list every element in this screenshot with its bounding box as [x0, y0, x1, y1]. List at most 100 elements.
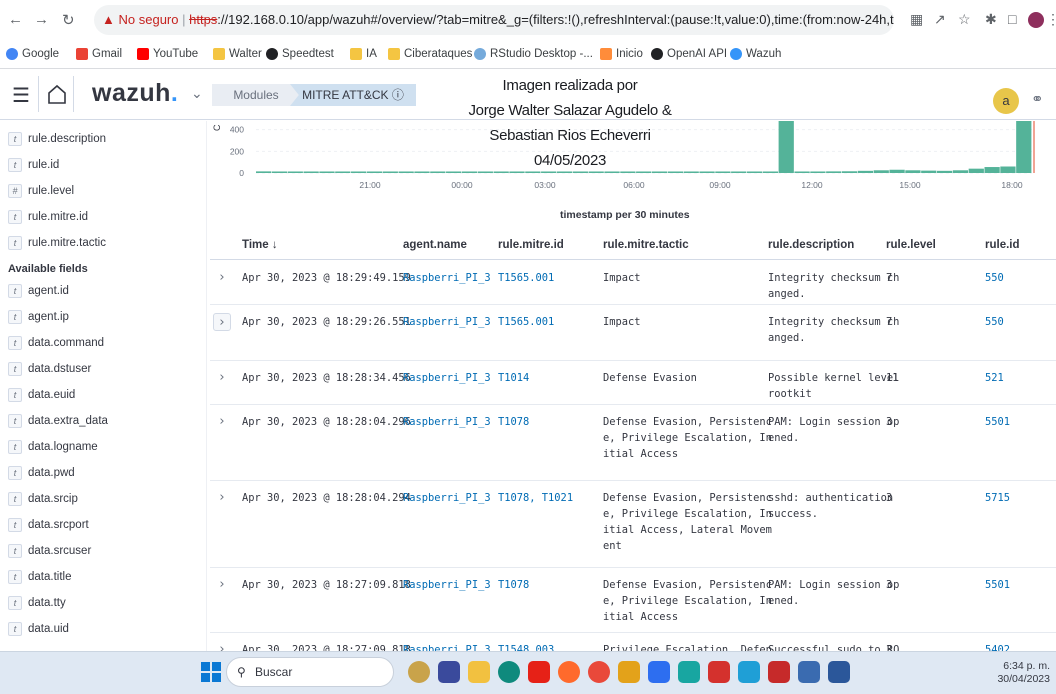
cell-mitre-id[interactable]: T1565.001: [498, 270, 554, 286]
table-row[interactable]: › Apr 30, 2023 @ 18:29:26.551 Raspberri_PI…: [210, 305, 1056, 361]
cell-rule-id[interactable]: 550: [985, 314, 1004, 330]
bookmark-google[interactable]: Google: [6, 48, 59, 60]
table-row[interactable]: › Apr 30, 2023 @ 18:28:04.294 Raspberri_PI…: [210, 481, 1056, 568]
bookmark-openai[interactable]: OpenAI API: [651, 48, 727, 60]
expand-row-icon[interactable]: ›: [213, 369, 231, 387]
word-icon[interactable]: [828, 661, 850, 683]
bookmark-walter[interactable]: Walter: [213, 48, 262, 60]
extensions-icon[interactable]: ✱: [985, 11, 997, 28]
field-item[interactable]: t data.title: [8, 567, 71, 587]
system-clock[interactable]: 6:34 p. m. 30/04/2023: [990, 660, 1050, 686]
column-mitre-tactic[interactable]: rule.mitre.tactic: [603, 239, 689, 251]
breadcrumb-modules[interactable]: Modules: [212, 84, 300, 106]
cell-agent-name[interactable]: Raspberri_PI_3: [403, 414, 491, 430]
cell-agent-name[interactable]: Raspberri_PI_3: [403, 370, 491, 386]
breadcrumb-mitre[interactable]: MITRE ATT&CK ⓘ: [290, 84, 416, 106]
field-item[interactable]: t agent.id: [8, 281, 69, 301]
field-item[interactable]: t data.uid: [8, 619, 69, 639]
translate-icon[interactable]: ▦: [910, 11, 923, 28]
bookmark-rstudio[interactable]: RStudio Desktop -...: [474, 48, 593, 60]
bookmark-speedtest[interactable]: Speedtest: [266, 48, 334, 60]
bookmark-gmail[interactable]: Gmail: [76, 48, 122, 60]
file-explorer-icon[interactable]: [468, 661, 490, 683]
cell-mitre-id[interactable]: T1078: [498, 414, 529, 430]
menu-icon[interactable]: ⋮: [1046, 11, 1056, 28]
cell-rule-id[interactable]: 521: [985, 370, 1004, 386]
field-item[interactable]: t rule.id: [8, 155, 59, 175]
field-item[interactable]: t data.srcuser: [8, 541, 91, 561]
taskbar-search[interactable]: ⚲ Buscar: [226, 657, 394, 687]
menu-icon[interactable]: ☰: [12, 83, 30, 108]
field-item[interactable]: t data.dstuser: [8, 359, 91, 379]
field-item[interactable]: # rule.level: [8, 181, 74, 201]
cell-rule-id[interactable]: 5501: [985, 414, 1010, 430]
sidepanel-icon[interactable]: □: [1008, 11, 1016, 27]
field-item[interactable]: t rule.mitre.tactic: [8, 233, 106, 253]
cell-rule-id[interactable]: 5501: [985, 577, 1010, 593]
app-icon[interactable]: [738, 661, 760, 683]
expand-row-icon[interactable]: ›: [213, 313, 231, 331]
field-item[interactable]: t rule.description: [8, 129, 106, 149]
expand-row-icon[interactable]: ›: [213, 489, 231, 507]
copilot-icon[interactable]: [408, 661, 430, 683]
bookmark-wazuh[interactable]: Wazuh: [730, 48, 781, 60]
cell-mitre-id[interactable]: T1014: [498, 370, 529, 386]
column-description[interactable]: rule.description: [768, 239, 854, 251]
bookmark-ciberataques[interactable]: Ciberataques: [388, 48, 472, 60]
table-row[interactable]: › Apr 30, 2023 @ 18:28:04.296 Raspberri_PI…: [210, 405, 1056, 481]
address-bar[interactable]: ▲ No seguro | https://192.168.0.10/app/w…: [94, 5, 894, 35]
app-icon[interactable]: [678, 661, 700, 683]
cell-mitre-id[interactable]: T1565.001: [498, 314, 554, 330]
acrobat-icon[interactable]: [708, 661, 730, 683]
table-row[interactable]: › Apr 30, 2023 @ 18:27:09.818 Raspberri_PI…: [210, 633, 1056, 657]
filezilla-icon[interactable]: [768, 661, 790, 683]
profile-icon[interactable]: [1028, 12, 1044, 28]
cell-mitre-id[interactable]: T1078: [498, 577, 529, 593]
field-item[interactable]: t data.euid: [8, 385, 75, 405]
bookmark-youtube[interactable]: YouTube: [137, 48, 198, 60]
firefox-icon[interactable]: [558, 661, 580, 683]
wazuh-logo[interactable]: wazuh.: [92, 79, 178, 108]
field-item[interactable]: t data.srcport: [8, 515, 89, 535]
cell-agent-name[interactable]: Raspberri_PI_3: [403, 577, 491, 593]
expand-row-icon[interactable]: ›: [213, 269, 231, 287]
cell-rule-id[interactable]: 5715: [985, 490, 1010, 506]
field-item[interactable]: t data.logname: [8, 437, 98, 457]
table-row[interactable]: › Apr 30, 2023 @ 18:28:34.456 Raspberri_PI…: [210, 361, 1056, 405]
column-mitre-id[interactable]: rule.mitre.id: [498, 239, 564, 251]
cell-mitre-id[interactable]: T1078, T1021: [498, 490, 573, 506]
bookmark-inicio[interactable]: Inicio: [600, 48, 643, 60]
field-item[interactable]: t data.extra_data: [8, 411, 108, 431]
youtube-app-icon[interactable]: [528, 661, 550, 683]
field-item[interactable]: t data.command: [8, 333, 104, 353]
help-icon[interactable]: ⚭: [1031, 90, 1044, 108]
field-item[interactable]: t data.pwd: [8, 463, 75, 483]
bookmark-ia[interactable]: IA: [350, 48, 377, 60]
app-icon[interactable]: [798, 661, 820, 683]
star-icon[interactable]: ☆: [958, 11, 971, 28]
table-row[interactable]: › Apr 30, 2023 @ 18:29:49.159 Raspberri_PI…: [210, 261, 1056, 305]
windows-start-icon[interactable]: [201, 662, 221, 682]
back-icon[interactable]: ←: [8, 11, 23, 28]
app-icon[interactable]: [648, 661, 670, 683]
chrome-icon[interactable]: [588, 661, 610, 683]
expand-row-icon[interactable]: ›: [213, 576, 231, 594]
column-rule-id[interactable]: rule.id: [985, 239, 1020, 251]
expand-row-icon[interactable]: ›: [213, 413, 231, 431]
cell-agent-name[interactable]: Raspberri_PI_3: [403, 490, 491, 506]
column-agent-name[interactable]: agent.name: [403, 239, 467, 251]
teams-icon[interactable]: [438, 661, 460, 683]
cell-agent-name[interactable]: Raspberri_PI_3: [403, 314, 491, 330]
cell-agent-name[interactable]: Raspberri_PI_3: [403, 270, 491, 286]
share-icon[interactable]: ↗: [934, 11, 946, 28]
field-item[interactable]: t data.tty: [8, 593, 66, 613]
table-row[interactable]: › Apr 30, 2023 @ 18:27:09.818 Raspberri_PI…: [210, 568, 1056, 633]
app-icon[interactable]: [618, 661, 640, 683]
avatar[interactable]: a: [993, 88, 1019, 114]
field-item[interactable]: t agent.ip: [8, 307, 69, 327]
chevron-down-icon[interactable]: ⌄: [191, 85, 203, 102]
column-time[interactable]: Time ↓: [242, 239, 278, 251]
forward-icon[interactable]: →: [34, 11, 49, 28]
reload-icon[interactable]: ↻: [62, 11, 75, 29]
column-level[interactable]: rule.level: [886, 239, 936, 251]
